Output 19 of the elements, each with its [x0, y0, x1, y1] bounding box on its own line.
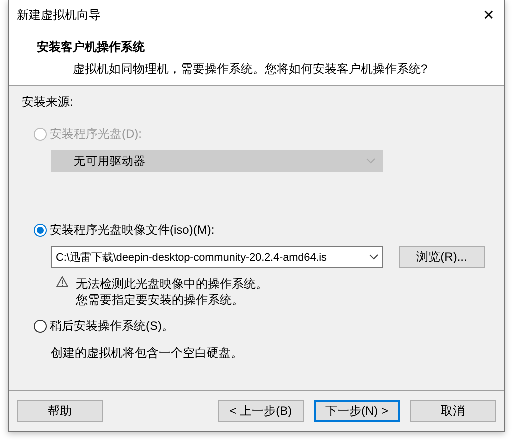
radio-label[interactable]: 安装程序光盘映像文件(iso)(M):: [50, 222, 215, 239]
radio-button[interactable]: [34, 320, 47, 333]
dialog-button[interactable]: 下一步(N) >: [314, 400, 400, 422]
option-note: 创建的虚拟机将包含一个空白硬盘。: [51, 345, 244, 362]
dialog-button[interactable]: 帮助: [17, 400, 103, 422]
warning-icon: [56, 276, 69, 288]
close-icon[interactable]: ✕: [474, 7, 504, 23]
dialog-button[interactable]: 取消: [410, 400, 496, 422]
section-label: 安装来源:: [22, 94, 74, 111]
combo-box[interactable]: C:\迅雷下载\deepin-desktop-community-20.2.4-amd64.is: [51, 246, 383, 268]
page-heading: 安装客户机操作系统: [37, 39, 146, 56]
radio-label[interactable]: 稍后安装操作系统(S)。: [50, 318, 174, 335]
warning-message: 无法检测此光盘映像中的操作系统。 您需要指定要安装的操作系统。: [76, 276, 268, 308]
dialog-button[interactable]: < 上一步(B): [218, 400, 304, 422]
browse-button[interactable]: 浏览(R)...: [399, 246, 485, 268]
window-title: 新建虚拟机向导: [17, 6, 101, 24]
page-description: 虚拟机如同物理机，需要操作系统。您将如何安装客户机操作系统?: [72, 61, 429, 78]
radio-button[interactable]: [34, 224, 47, 237]
dropdown: 无可用驱动器: [51, 150, 383, 172]
